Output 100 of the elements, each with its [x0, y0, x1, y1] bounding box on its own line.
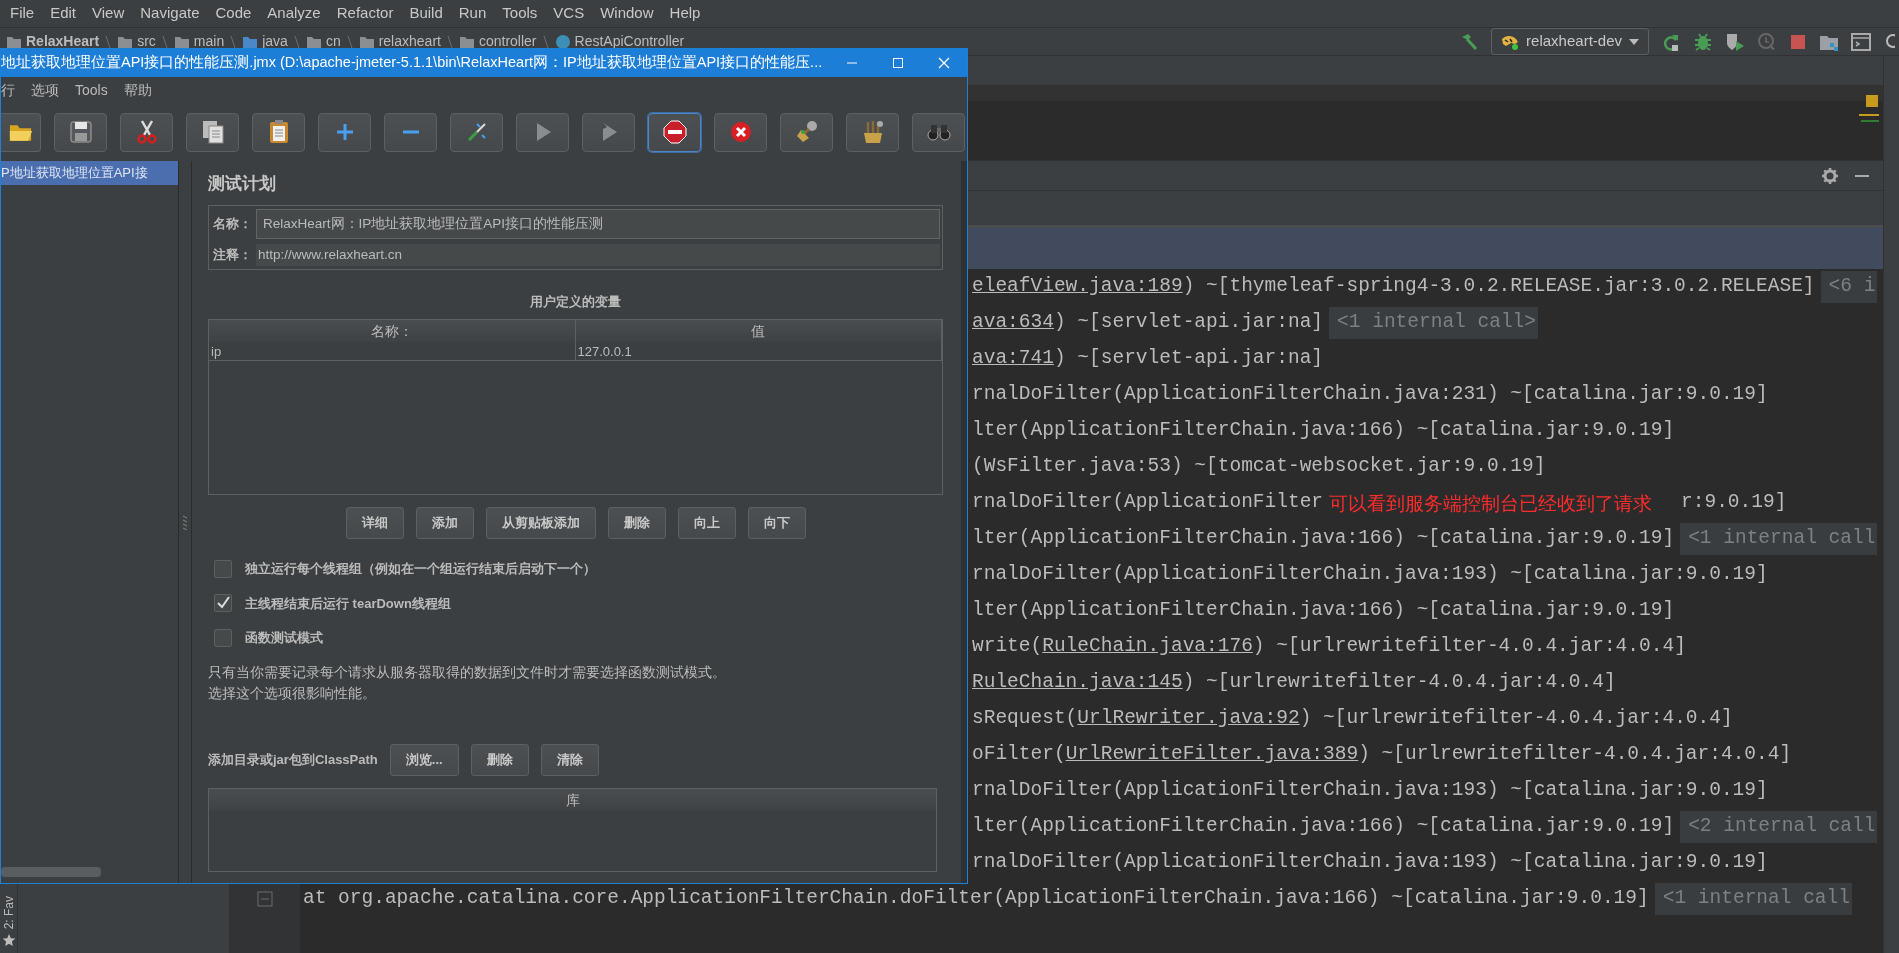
breadcrumb[interactable]: RelaxHeart: [26, 31, 100, 52]
log-line: eleafView.java:189) ~[thymeleaf-spring4-3.0.2.RELEASE.jar:3.0.2.RELEASE]: [972, 274, 1815, 300]
source-link[interactable]: ava:634: [972, 311, 1054, 334]
settings-icon[interactable]: [1821, 166, 1839, 185]
toolbar-button[interactable]: [318, 112, 371, 152]
bug-icon[interactable]: [1693, 31, 1713, 52]
panel-title: 测试计划: [208, 173, 277, 195]
table-cell: 127.0.0.1: [575, 342, 942, 360]
toolbar-button[interactable]: [648, 112, 701, 152]
menu-item[interactable]: Navigate: [132, 2, 208, 25]
breadcrumb[interactable]: cn: [325, 31, 341, 52]
menu-item[interactable]: Edit: [42, 2, 85, 25]
warning-marker-icon: [1865, 94, 1879, 108]
source-link[interactable]: UrlRewriter.java:92: [1077, 707, 1300, 730]
window-icon[interactable]: [1851, 31, 1871, 52]
breadcrumb[interactable]: relaxheart: [378, 31, 441, 52]
run-configuration-dropdown[interactable]: relaxheart-dev: [1491, 28, 1649, 55]
toolbar-button[interactable]: [846, 112, 899, 152]
log-line: rnalDoFilter(ApplicationFilter: [972, 490, 1324, 516]
close-icon[interactable]: [938, 57, 950, 69]
toolbar-button[interactable]: [1, 112, 41, 152]
checkbox-label: 主线程结束后运行 tearDown线程组: [245, 594, 451, 613]
minus-icon: [402, 130, 419, 134]
classpath-button[interactable]: 清除: [540, 743, 599, 776]
breadcrumb[interactable]: main: [193, 31, 225, 52]
table-button[interactable]: 添加: [415, 507, 474, 539]
tree-item[interactable]: P地址获取地理位置API接: [1, 161, 178, 185]
comment-field[interactable]: http://www.relaxheart.cn: [256, 243, 940, 266]
splitter-grip-icon[interactable]: [182, 514, 188, 530]
toolbar-button[interactable]: [186, 112, 239, 152]
menu-item[interactable]: VCS: [545, 2, 593, 25]
table-button[interactable]: 删除: [607, 507, 666, 539]
name-field[interactable]: RelaxHeart网：IP地址获取地理位置API接口的性能压测: [256, 208, 940, 239]
log-line: r:9.0.19]: [1681, 490, 1787, 516]
window-title: 地址获取地理位置API接口的性能压测.jmx (D:\apache-jmeter-5.1.1\bin\RelaxHeart网：IP地址获取地理位置API接口的性能压...: [1, 53, 824, 73]
toolbar-button[interactable]: [780, 112, 833, 152]
checkbox[interactable]: [214, 559, 232, 578]
log-line: rnalDoFilter(ApplicationFilterChain.java:231) ~[catalina.jar:9.0.19]: [972, 382, 1768, 408]
menu-item[interactable]: 帮助: [123, 79, 162, 101]
stop-sign-icon: [660, 118, 689, 146]
source-link[interactable]: RuleChain.java:176: [1042, 635, 1253, 658]
menu-item[interactable]: Tools: [494, 2, 546, 25]
toolbar-button[interactable]: [54, 112, 107, 152]
log-line: lter(ApplicationFilterChain.java:166) ~[catalina.jar:9.0.19]: [972, 814, 1675, 840]
error-stripe-icon: [1859, 112, 1879, 124]
menu-item[interactable]: View: [84, 2, 133, 25]
breadcrumb[interactable]: java: [262, 31, 288, 52]
stop-icon[interactable]: [1789, 32, 1807, 51]
tool-window-tab[interactable]: 2: Fav: [0, 895, 18, 929]
source-link[interactable]: UrlRewriteFilter.java:389: [1065, 743, 1359, 766]
log-line: oFilter(UrlRewriteFilter.java:389) ~[urlrewritefilter-4.0.4.jar:4.0.4]: [972, 742, 1792, 768]
table-button[interactable]: 详细: [345, 507, 404, 539]
toolbar-button[interactable]: [714, 112, 767, 152]
log-line: at org.apache.catalina.core.ApplicationFilterChain.doFilter(ApplicationFilterChain.java:166) ~[catalina.jar:9.0.19]: [303, 886, 1649, 912]
menu-item[interactable]: Analyze: [259, 2, 329, 25]
menu-item[interactable]: Tools: [75, 79, 118, 101]
annotation-text: 可以看到服务端控制台已经收到了请求: [1328, 490, 1654, 516]
checkbox[interactable]: [214, 594, 232, 613]
menu-item[interactable]: Run: [450, 2, 495, 25]
log-line: lter(ApplicationFilterChain.java:166) ~[catalina.jar:9.0.19]: [972, 418, 1675, 444]
separator-icon: [346, 34, 353, 49]
menu-item[interactable]: File: [2, 2, 43, 25]
menu-item[interactable]: Refactor: [328, 2, 402, 25]
scrollbar-thumb[interactable]: [1, 867, 101, 877]
note-text: 只有当你需要记录每个请求从服务器取得的数据到文件时才需要选择函数测试模式。: [208, 663, 727, 682]
checkbox-label: 独立运行每个线程组（例如在一个组运行结束后启动下一个）: [245, 560, 596, 578]
separator-icon: [446, 34, 453, 49]
menu-item[interactable]: Build: [401, 2, 451, 25]
log-line: ava:634) ~[servlet-api.jar:na]: [972, 310, 1324, 336]
classpath-label: 添加目录或jar包到ClassPath: [208, 750, 378, 769]
toolbar-button[interactable]: [252, 112, 305, 152]
separator-icon: [542, 34, 549, 49]
table-button[interactable]: 向下: [747, 507, 806, 539]
log-line: rnalDoFilter(ApplicationFilterChain.java:193) ~[catalina.jar:9.0.19]: [972, 850, 1768, 876]
source-link[interactable]: eleafView.java:189: [972, 275, 1183, 298]
log-line: lter(ApplicationFilterChain.java:166) ~[catalina.jar:9.0.19]: [972, 598, 1675, 624]
breadcrumb[interactable]: src: [137, 31, 156, 52]
breadcrumb[interactable]: RestApiController: [574, 31, 685, 52]
maximize-icon[interactable]: [892, 57, 904, 69]
table-button[interactable]: 从剪贴板添加: [485, 507, 596, 539]
toolbar-button[interactable]: [120, 112, 173, 152]
classpath-button[interactable]: 浏览...: [389, 743, 459, 776]
note-text: 选择这个选项很影响性能。: [208, 684, 377, 703]
log-line: rnalDoFilter(ApplicationFilterChain.java:193) ~[catalina.jar:9.0.19]: [972, 562, 1768, 588]
checkbox[interactable]: [214, 628, 232, 647]
breadcrumb[interactable]: controller: [478, 31, 537, 52]
menu-item[interactable]: Window: [592, 2, 662, 25]
menu-item[interactable]: Help: [661, 2, 709, 25]
classpath-button[interactable]: 删除: [470, 743, 529, 776]
source-link[interactable]: ava:741: [972, 347, 1054, 370]
separator-icon: [105, 34, 112, 49]
shield-icon[interactable]: [1725, 31, 1745, 52]
table-button[interactable]: 向上: [677, 507, 736, 539]
menu-item[interactable]: 选项: [31, 79, 69, 101]
column-header[interactable]: 名称：: [209, 320, 576, 342]
menu-item[interactable]: Code: [207, 2, 260, 25]
column-header[interactable]: 值: [575, 320, 942, 342]
source-link[interactable]: RuleChain.java:145: [972, 671, 1183, 694]
log-line: write(RuleChain.java:176) ~[urlrewritefilter-4.0.4.jar:4.0.4]: [972, 634, 1686, 660]
menu-item[interactable]: 行: [1, 79, 25, 101]
